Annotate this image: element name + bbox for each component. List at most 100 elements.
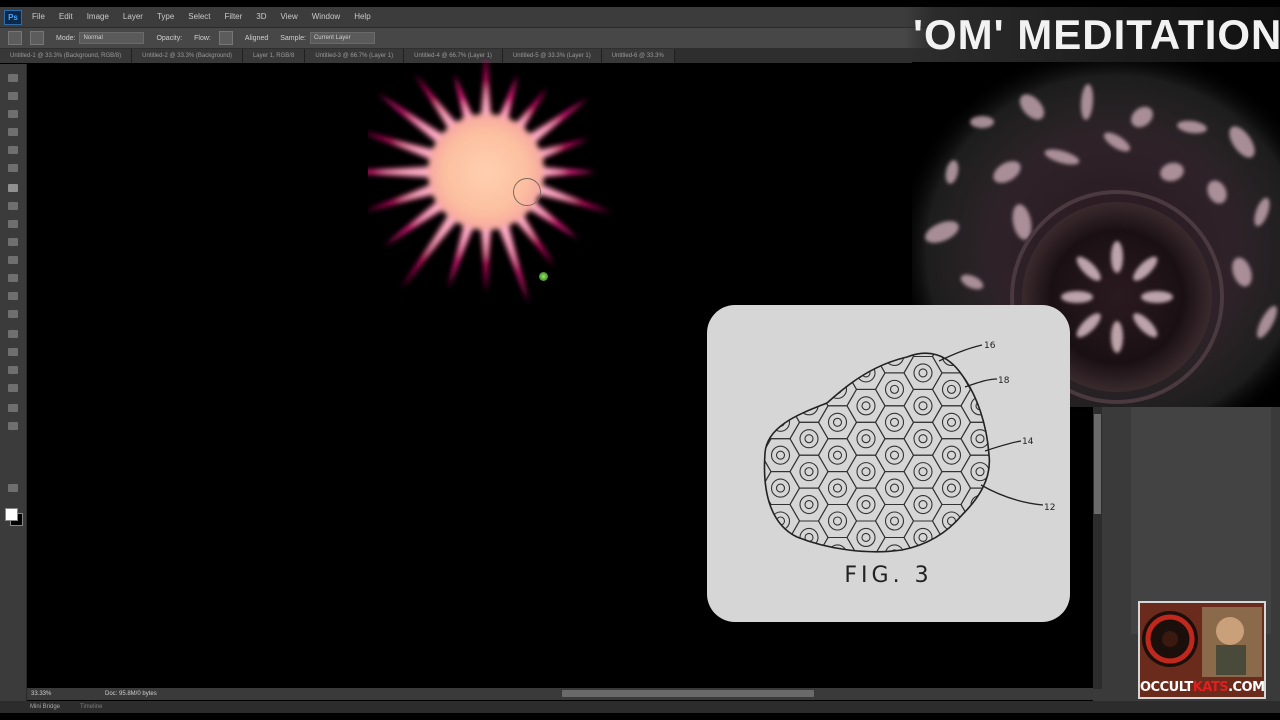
menu-items: File Edit Image Layer Type Select Filter…: [32, 7, 371, 27]
horizontal-scroll-thumb[interactable]: [562, 690, 814, 697]
menu-window[interactable]: Window: [312, 7, 340, 27]
honeycomb-cell: [764, 355, 772, 390]
honeycomb-cell-core: [919, 305, 927, 311]
honeycomb-cell-ring: [770, 544, 791, 552]
brush-preset-icon[interactable]: [8, 31, 22, 45]
honeycomb-cell-core: [862, 336, 870, 344]
honeycomb-cell-core: [720, 517, 728, 525]
honeycomb-cell: [764, 353, 801, 374]
honeycomb-cell: [707, 373, 743, 406]
honeycomb-cell-core: [1005, 352, 1013, 360]
honeycomb-cell-ring: [743, 496, 761, 514]
honeycomb-cell: [903, 353, 943, 358]
honeycomb-cell-ring: [715, 413, 733, 431]
honeycomb-cell: [764, 353, 772, 358]
honeycomb-cell-core: [1062, 517, 1070, 525]
vertical-scroll-thumb[interactable]: [1094, 414, 1101, 514]
healing-tool-icon[interactable]: [8, 202, 18, 210]
document-tab[interactable]: Layer 1, RGB/8: [242, 49, 306, 63]
shape-tool-icon[interactable]: [8, 384, 18, 392]
document-tab[interactable]: Untitled-2 @ 33.3% (Background): [132, 49, 243, 63]
honeycomb-cell: [1047, 373, 1071, 406]
honeycomb-cell-core: [775, 450, 786, 460]
honeycomb-cell: [961, 620, 999, 622]
zoom-level[interactable]: 33.33%: [31, 688, 51, 700]
menu-filter[interactable]: Filter: [225, 7, 243, 27]
pen-tool-icon[interactable]: [8, 330, 18, 338]
zoom-tool-icon[interactable]: [8, 422, 18, 430]
foreground-color-swatch[interactable]: [5, 508, 18, 521]
menu-3d[interactable]: 3D: [256, 7, 266, 27]
quick-mask-icon[interactable]: [8, 484, 18, 492]
menu-select[interactable]: Select: [188, 7, 210, 27]
gradient-tool-icon[interactable]: [8, 274, 18, 282]
crop-tool-icon[interactable]: [8, 146, 18, 154]
honeycomb-cell-core: [946, 417, 957, 427]
honeycomb-cell-ring: [715, 380, 733, 398]
quick-select-tool-icon[interactable]: [8, 128, 18, 136]
honeycomb-cell: [846, 487, 886, 522]
honeycomb-cell-core: [861, 467, 871, 477]
menu-help[interactable]: Help: [354, 7, 370, 27]
honeycomb-cell: [733, 620, 771, 622]
menu-type[interactable]: Type: [157, 7, 174, 27]
honeycomb-cell: [961, 305, 999, 324]
honeycomb-cell-core: [1033, 533, 1041, 541]
mode-select[interactable]: Normal: [79, 32, 145, 44]
honeycomb-cell-ring: [971, 305, 989, 316]
honeycomb-cell-ring: [941, 412, 962, 432]
honeycomb-cell: [707, 472, 743, 505]
move-tool-icon[interactable]: [8, 74, 18, 82]
sample-select[interactable]: Current Layer: [309, 32, 375, 44]
honeycomb-cell-ring: [941, 544, 962, 552]
honeycomb-cell: [1018, 324, 1056, 357]
blur-tool-icon[interactable]: [8, 292, 18, 300]
document-tab[interactable]: Untitled-1 @ 33.3% (Background, RGB/8): [0, 49, 133, 63]
honeycomb-cell-ring: [970, 527, 990, 548]
honeycomb-cell-core: [1005, 451, 1013, 459]
honeycomb-cell-ring: [884, 379, 905, 399]
airbrush-icon[interactable]: [218, 31, 233, 45]
hand-tool-icon[interactable]: [8, 404, 18, 412]
eyedropper-tool-icon[interactable]: [8, 164, 18, 172]
honeycomb-cell: [960, 454, 990, 489]
honeycomb-cell: [933, 307, 971, 340]
menu-layer[interactable]: Layer: [123, 7, 143, 27]
letterbox-top: [0, 0, 1280, 7]
clone-stamp-icon[interactable]: [30, 31, 44, 45]
honeycomb-cell: [790, 620, 828, 622]
honeycomb-cell-core: [832, 417, 843, 427]
honeycomb-cell: [764, 471, 801, 506]
menu-edit[interactable]: Edit: [59, 7, 73, 27]
honeycomb-cell-ring: [856, 429, 876, 449]
type-tool-icon[interactable]: [8, 348, 18, 356]
honeycomb-cell-core: [975, 532, 985, 543]
patent-figure-card: 16 18 14 12 FIG. 3: [707, 305, 1070, 622]
mini-bridge-tab[interactable]: Mini Bridge: [30, 701, 60, 713]
honeycomb-cell: [847, 305, 885, 324]
aligned-checkbox[interactable]: Aligned: [245, 35, 268, 42]
honeycomb-cell-ring: [943, 611, 961, 622]
flow-label[interactable]: Flow:: [194, 35, 211, 42]
honeycomb-cell-ring: [857, 305, 875, 316]
timeline-tab[interactable]: Timeline: [80, 701, 102, 713]
marquee-tool-icon[interactable]: [8, 92, 18, 100]
lasso-tool-icon[interactable]: [8, 110, 18, 118]
honeycomb-cell: [931, 503, 972, 539]
menu-image[interactable]: Image: [87, 7, 109, 27]
honeycomb-cell-core: [1005, 320, 1013, 328]
honeycomb-cell-core: [975, 434, 985, 444]
honeycomb-cell-ring: [856, 396, 876, 416]
eraser-tool-icon[interactable]: [8, 256, 18, 264]
path-select-tool-icon[interactable]: [8, 366, 18, 374]
brush-tool-icon[interactable]: [8, 184, 18, 192]
honeycomb-cell-core: [1033, 402, 1041, 410]
history-brush-tool-icon[interactable]: [8, 238, 18, 246]
menu-file[interactable]: File: [32, 7, 45, 27]
clone-stamp-tool-icon[interactable]: [8, 220, 18, 228]
opacity-label[interactable]: Opacity:: [156, 35, 182, 42]
honeycomb-cell-ring: [715, 347, 733, 365]
dodge-tool-icon[interactable]: [8, 310, 18, 318]
honeycomb-cell: [876, 307, 914, 340]
menu-view[interactable]: View: [281, 7, 298, 27]
